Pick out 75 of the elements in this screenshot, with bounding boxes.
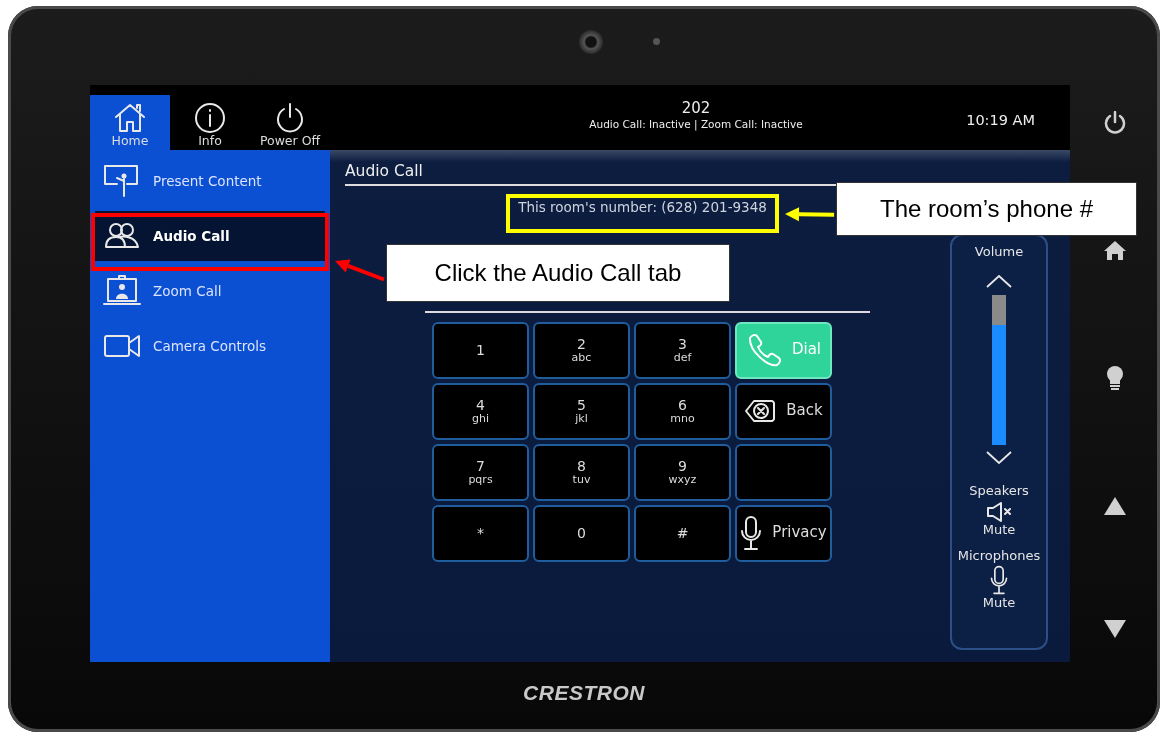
key-letters: mno [670,412,695,426]
home-icon[interactable] [1103,238,1127,262]
power-icon [274,102,306,135]
key-digit: 7 [476,457,485,474]
key-digit: 8 [577,457,586,474]
sidebar-item[interactable]: Camera Controls [95,321,325,371]
key-letters: wxyz [668,473,697,487]
keypad-key[interactable]: 4 ghi [432,382,529,440]
key-digit: * [477,524,484,542]
key-digit: 0 [577,524,586,542]
key-letters: def [673,351,692,365]
down-arrow-icon[interactable] [1103,619,1127,639]
microphone-icon[interactable] [989,565,1009,596]
microphones-mute-label: Mute [982,595,1016,611]
clock-time: 10:19 AM [965,111,1036,130]
tab-callout: Click the Audio Call tab [386,244,730,302]
keypad-key[interactable]: # [634,504,731,562]
number-callout: The room’s phone # [836,182,1137,236]
keypad-key[interactable]: 5 jkl [533,382,630,440]
speakers-label: Speakers [969,482,1029,499]
call-status: Audio Call: Inactive | Zoom Call: Inactive [589,117,803,133]
volume-down-chevron-icon[interactable] [985,450,1013,465]
key-digit: 1 [476,341,485,359]
keypad-key[interactable]: 3 def [634,321,731,379]
microphones-label: Microphones [957,547,1041,564]
speakers-mute-label: Mute [982,522,1016,538]
keypad-key[interactable]: 1 [432,321,529,379]
sidebar-item[interactable]: Audio Call [95,211,325,261]
room-number: This room's number: (628) 201-9348 [517,198,768,218]
home-icon [113,102,147,135]
keypad-key[interactable]: 7 pqrs [432,443,529,501]
brand-logo: CRESTRON [523,680,645,707]
keypad-key[interactable]: 9 wxyz [634,443,731,501]
room-name: 202 [681,99,711,117]
light-bulb-icon[interactable] [1105,365,1125,393]
presenter-icon [103,164,141,198]
microphone-icon [740,515,763,551]
sidebar-item[interactable]: Zoom Call [95,266,325,316]
blank-key[interactable] [735,443,832,501]
key-digit: 3 [678,335,687,352]
key-digit: 9 [678,457,687,474]
nav-tab[interactable]: Home [90,95,170,150]
volume-up-chevron-icon[interactable] [985,273,1013,288]
key-digit: 6 [678,396,687,413]
volume-track[interactable] [992,294,1006,445]
keypad-key[interactable]: 8 tuv [533,443,630,501]
info-icon [194,102,226,135]
key-digit: # [676,524,689,542]
key-letters: jkl [575,412,588,426]
key-letters: pqrs [468,473,493,487]
key-letters: tuv [572,473,591,487]
key-digit: 4 [476,396,485,413]
laptop-person-icon [103,275,141,307]
keypad-key[interactable]: 6 mno [634,382,731,440]
speaker-muted-icon[interactable] [986,502,1012,523]
sensor-dot [652,38,660,45]
key-letters: abc [571,351,592,365]
keypad-key[interactable]: 0 [533,504,630,562]
volume-label: Volume [974,244,1024,260]
sidebar-item[interactable]: Present Content [95,156,325,206]
key-digit: 2 [577,335,586,352]
power-icon[interactable] [1103,111,1127,135]
key-letters: ghi [472,412,489,426]
video-camera-icon [103,333,141,359]
up-arrow-icon[interactable] [1103,496,1127,516]
privacy-button[interactable]: Privacy [735,504,832,562]
camera-lens [578,29,603,54]
people-icon [103,221,141,251]
keypad-key[interactable]: 2 abc [533,321,630,379]
key-digit: 5 [577,396,586,413]
backspace-icon [744,399,777,423]
nav-tab[interactable]: Power Off [250,95,330,150]
back-button[interactable]: Back [735,382,832,440]
nav-tab[interactable]: Info [170,95,250,150]
keypad-key[interactable]: * [432,504,529,562]
